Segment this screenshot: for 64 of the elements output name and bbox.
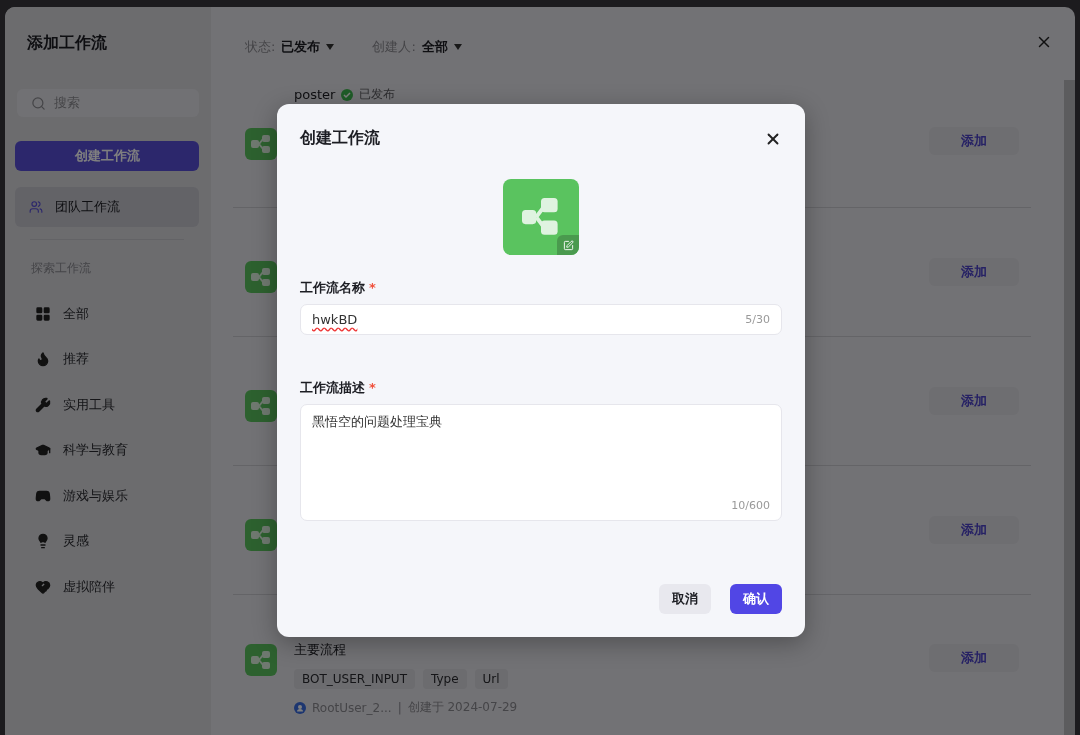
avatar-icon	[294, 701, 306, 714]
field-label: 工作流描述 *	[300, 379, 377, 397]
filter-value: 已发布	[281, 38, 321, 56]
add-button[interactable]: 添加	[929, 644, 1019, 672]
tag: Type	[423, 669, 467, 689]
category-item[interactable]: 推荐	[15, 336, 199, 382]
dialog-title: 创建工作流	[300, 128, 380, 149]
description-input[interactable]: 黑悟空的问题处理宝典 10/600	[300, 404, 782, 521]
add-button[interactable]: 添加	[929, 127, 1019, 155]
edit-icon	[562, 239, 574, 251]
char-count: 5/30	[745, 313, 770, 326]
tag: Url	[474, 669, 508, 689]
workflow-title: poster	[294, 87, 336, 102]
category-item[interactable]: 灵感	[15, 518, 199, 564]
workflow-icon	[245, 261, 277, 293]
char-count: 10/600	[731, 499, 770, 512]
sidebar-item-label: 团队工作流	[55, 198, 120, 216]
category-label: 虚拟陪伴	[63, 577, 115, 596]
workflow-icon	[245, 519, 277, 551]
category-item[interactable]: 全部	[15, 291, 199, 337]
category-item[interactable]: 科学与教育	[15, 427, 199, 473]
filter-value: 全部	[421, 38, 448, 56]
workflow-icon	[245, 644, 277, 676]
category-label: 灵感	[63, 532, 89, 551]
panel-title: 添加工作流	[26, 33, 108, 54]
category-item[interactable]: 实用工具	[15, 382, 199, 428]
add-button[interactable]: 添加	[929, 387, 1019, 415]
required-mark: *	[369, 280, 376, 295]
field-label: 工作流名称 *	[300, 279, 377, 297]
check-icon	[341, 88, 354, 101]
scrollbar[interactable]	[1064, 80, 1075, 735]
users-icon	[29, 200, 43, 214]
name-input[interactable]: hwkBD 5/30	[300, 304, 782, 335]
category-label: 全部	[63, 304, 89, 323]
search-icon	[31, 95, 46, 111]
workflow-title: 主要流程	[294, 641, 346, 659]
category-icon	[35, 351, 51, 368]
category-label: 推荐	[63, 350, 89, 369]
input-value: 黑悟空的问题处理宝典	[312, 413, 443, 431]
separator: |	[397, 700, 402, 715]
sidebar-item[interactable]: 团队工作流	[15, 187, 199, 227]
cancel-button[interactable]: 取消	[659, 584, 711, 614]
status-label: 已发布	[359, 86, 396, 103]
category-icon	[35, 578, 51, 595]
workflow-icon	[245, 128, 277, 160]
category-item[interactable]: 游戏与娱乐	[15, 473, 199, 519]
confirm-button[interactable]: 确认	[730, 584, 782, 614]
create-workflow-button[interactable]: 创建工作流	[15, 141, 199, 171]
category-label: 游戏与娱乐	[63, 486, 128, 505]
category-icon	[35, 533, 51, 550]
tag: BOT_USER_INPUT	[294, 669, 415, 689]
caret-icon	[326, 44, 335, 50]
workflow-avatar[interactable]	[503, 179, 579, 255]
category-item[interactable]: 虚拟陪伴	[15, 564, 199, 610]
required-mark: *	[369, 380, 376, 395]
caret-icon	[453, 44, 462, 50]
category-icon	[35, 305, 51, 322]
category-label: 科学与教育	[63, 441, 128, 460]
add-button[interactable]: 添加	[929, 258, 1019, 286]
add-button[interactable]: 添加	[929, 516, 1019, 544]
category-icon	[35, 396, 51, 413]
workflow-icon	[245, 390, 277, 422]
category-label: 实用工具	[63, 395, 115, 414]
input-value: hwkBD	[312, 312, 358, 327]
